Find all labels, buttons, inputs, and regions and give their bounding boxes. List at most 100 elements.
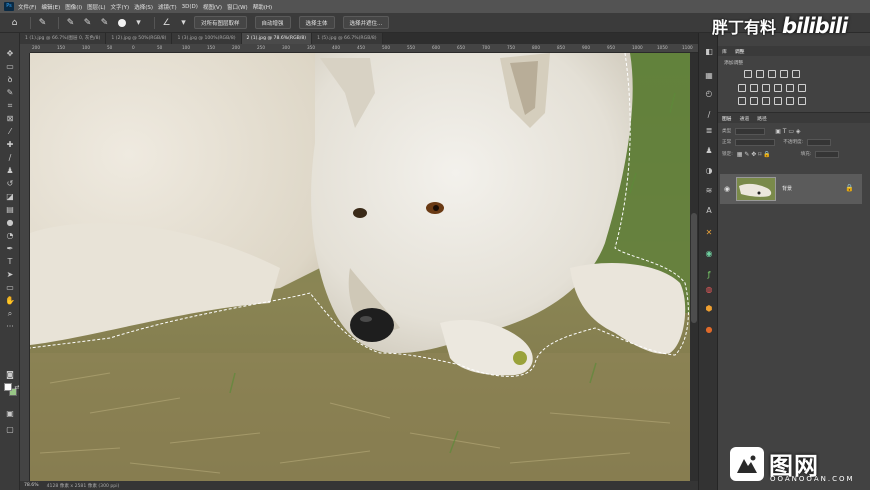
- photo-filter-icon[interactable]: [774, 84, 782, 92]
- clone-source-icon[interactable]: ♟: [704, 146, 714, 156]
- document-tab-active[interactable]: 2 (1).jpg @ 78.6%(RGB/8): [241, 33, 313, 44]
- scrollbar-thumb[interactable]: [691, 213, 697, 323]
- angle-icon[interactable]: ∠: [160, 16, 173, 29]
- type-tool-icon[interactable]: T: [5, 257, 15, 267]
- pen-tool-icon[interactable]: ✒: [5, 244, 15, 254]
- plugin-x-icon[interactable]: ✕: [704, 228, 714, 238]
- brightness-icon[interactable]: [744, 70, 752, 78]
- threshold-icon[interactable]: [762, 97, 770, 105]
- blur-tool-icon[interactable]: ●: [5, 218, 15, 228]
- home-icon[interactable]: ⌂: [8, 16, 21, 29]
- posterize-icon[interactable]: [750, 97, 758, 105]
- gradient-tool-icon[interactable]: ▤: [5, 205, 15, 215]
- eraser-tool-icon[interactable]: ◪: [5, 192, 15, 202]
- new-selection-icon[interactable]: ✎: [64, 16, 77, 29]
- dodge-tool-icon[interactable]: ◔: [5, 231, 15, 241]
- layer-row-background[interactable]: ◉ 背景 🔒: [720, 174, 862, 204]
- opacity-field[interactable]: [807, 138, 832, 146]
- frame-tool-icon[interactable]: ⊠: [5, 114, 15, 124]
- brush-settings-icon[interactable]: ∕: [704, 110, 714, 120]
- color-balance-icon[interactable]: [750, 84, 758, 92]
- edit-toolbar-icon[interactable]: ▢: [5, 425, 15, 435]
- layer-name[interactable]: 背景: [782, 185, 792, 192]
- brush-tool-icon[interactable]: ∕: [5, 153, 15, 163]
- sample-all-layers-checkbox[interactable]: 对所有图层取样: [194, 16, 247, 29]
- history-brush-tool-icon[interactable]: ↺: [5, 179, 15, 189]
- curves-icon[interactable]: [768, 70, 776, 78]
- quick-select-tool-icon[interactable]: ✎: [36, 16, 49, 29]
- document-tab[interactable]: 1 (3).jpg @ 100%(RGB/8): [172, 33, 242, 44]
- menu-type[interactable]: 文字(Y): [111, 3, 130, 11]
- path-selection-tool-icon[interactable]: ➤: [5, 270, 15, 280]
- channel-mixer-icon[interactable]: [786, 84, 794, 92]
- more-tools-icon[interactable]: ···: [5, 322, 15, 332]
- hand-tool-icon[interactable]: ✋: [5, 296, 15, 306]
- menu-edit[interactable]: 编辑(E): [41, 3, 60, 11]
- visibility-eye-icon[interactable]: ◉: [723, 185, 731, 193]
- menu-view[interactable]: 视图(V): [203, 3, 222, 11]
- tab-layers[interactable]: 图层: [722, 115, 732, 122]
- color-lookup-icon[interactable]: [798, 84, 806, 92]
- menu-3d[interactable]: 3D(D): [182, 4, 198, 10]
- swatches-icon[interactable]: ▦: [704, 71, 714, 81]
- tab-channels[interactable]: 通道: [740, 115, 750, 122]
- quick-selection-tool-icon[interactable]: ✎: [5, 88, 15, 98]
- filter-icons[interactable]: ▣ T ▭ ◈: [775, 128, 800, 135]
- menu-layer[interactable]: 图层(L): [87, 3, 105, 11]
- menu-window[interactable]: 窗口(W): [227, 3, 248, 11]
- menu-select[interactable]: 选择(S): [134, 3, 153, 11]
- menu-image[interactable]: 图像(I): [65, 3, 82, 11]
- zoom-tool-icon[interactable]: ⌕: [5, 309, 15, 319]
- blend-mode-value[interactable]: 正常: [722, 139, 731, 145]
- black-white-icon[interactable]: [762, 84, 770, 92]
- gradient-map-icon[interactable]: [774, 97, 782, 105]
- tab-adjustments[interactable]: 调整: [735, 48, 745, 55]
- vertical-scrollbar[interactable]: [690, 53, 698, 481]
- foreground-color-swatch[interactable]: [4, 383, 12, 391]
- subtract-selection-icon[interactable]: ✎: [98, 16, 111, 29]
- tab-libraries[interactable]: 库: [722, 48, 727, 55]
- plugin-circle-icon[interactable]: ●: [704, 325, 714, 335]
- vibrance-icon[interactable]: [792, 70, 800, 78]
- document-tab[interactable]: 1 (5).jpg @ 66.7%(RGB/8): [312, 33, 383, 44]
- libraries-icon[interactable]: ◧: [704, 47, 714, 57]
- adjustments-icon[interactable]: ◑: [704, 166, 714, 176]
- plugin-ra-icon[interactable]: ◉: [704, 249, 714, 259]
- blend-mode-select[interactable]: [735, 138, 776, 146]
- zoom-level[interactable]: 78.6%: [24, 483, 39, 488]
- healing-brush-tool-icon[interactable]: ✚: [5, 140, 15, 150]
- plugin-hex-icon[interactable]: ⬢: [704, 304, 714, 314]
- tab-paths[interactable]: 路径: [757, 115, 767, 122]
- marquee-tool-icon[interactable]: ▭: [5, 62, 15, 72]
- kind-select[interactable]: [735, 127, 766, 135]
- document-tab[interactable]: 1 (2).jpg @ 50%(RGB/8): [106, 33, 173, 44]
- plugin-ff-icon[interactable]: ƒ: [704, 270, 714, 280]
- brush-dropdown-icon[interactable]: ▾: [132, 16, 145, 29]
- character-icon[interactable]: A: [704, 206, 714, 216]
- auto-enhance-checkbox[interactable]: 自动增强: [254, 16, 291, 29]
- move-tool-icon[interactable]: ✥: [5, 49, 15, 59]
- select-and-mask-button[interactable]: 选择并遮住...: [342, 16, 390, 29]
- menu-help[interactable]: 帮助(H): [253, 3, 272, 11]
- channels-icon[interactable]: ≋: [704, 186, 714, 196]
- shape-tool-icon[interactable]: ▭: [5, 283, 15, 293]
- document-canvas[interactable]: [30, 53, 690, 481]
- lock-icons[interactable]: ▦ ✎ ✥ ⌑ 🔒: [737, 151, 771, 158]
- settings-dropdown-icon[interactable]: ▾: [177, 16, 190, 29]
- lasso-tool-icon[interactable]: ꝺ: [5, 75, 15, 85]
- quick-mask-icon[interactable]: ◙: [5, 370, 15, 380]
- fill-field[interactable]: [815, 150, 840, 158]
- menu-file[interactable]: 文件(F): [18, 3, 36, 11]
- screen-mode-icon[interactable]: ▣: [5, 409, 15, 419]
- properties-icon[interactable]: ≣: [704, 126, 714, 136]
- add-to-selection-icon[interactable]: ✎: [81, 16, 94, 29]
- menu-filter[interactable]: 滤镜(T): [158, 3, 177, 11]
- color-wheel-icon[interactable]: ◍: [704, 285, 714, 295]
- eyedropper-tool-icon[interactable]: ⁄: [5, 127, 15, 137]
- document-tab[interactable]: 1 (1).jpg @ 66.7%(图层 0, 灰色/8): [20, 33, 107, 44]
- invert-icon[interactable]: [738, 97, 746, 105]
- levels-icon[interactable]: [756, 70, 764, 78]
- brush-size-icon[interactable]: [115, 16, 128, 29]
- clone-stamp-tool-icon[interactable]: ♟: [5, 166, 15, 176]
- crop-tool-icon[interactable]: ⌗: [5, 101, 15, 111]
